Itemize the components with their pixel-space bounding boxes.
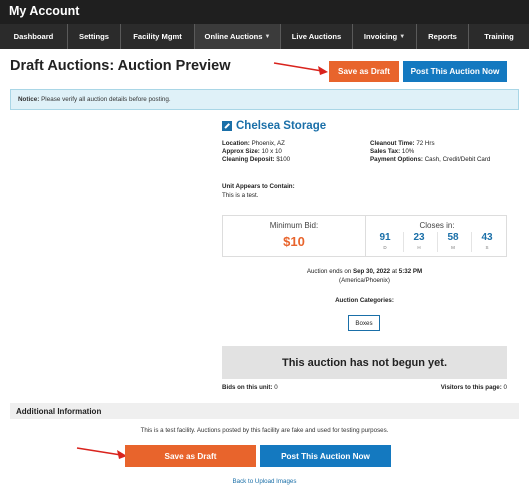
contents-label: Unit Appears to Contain: — [222, 183, 295, 190]
countdown-unit: M — [451, 245, 455, 250]
countdown-days: 91 D — [373, 232, 397, 250]
countdown-minutes: 58 M — [441, 232, 465, 250]
detail-value: Phoenix, AZ — [251, 140, 285, 147]
nav-label: Online Auctions — [204, 32, 263, 41]
save-draft-button-bottom[interactable]: Save as Draft — [125, 445, 256, 467]
end-prefix: Auction ends on — [306, 268, 352, 275]
detail-cleanout: Cleanout Time: 72 Hrs — [370, 140, 435, 147]
bids-value: 0 — [274, 384, 278, 391]
countdown-unit: D — [383, 245, 387, 250]
end-date: Sep 30, 2022 — [352, 268, 391, 275]
detail-label: Cleaning Deposit: — [222, 156, 275, 163]
detail-value: 72 Hrs — [416, 140, 435, 147]
detail-value: 10% — [401, 148, 415, 155]
post-auction-label: Post This Auction Now — [410, 67, 500, 76]
visitors-count: Visitors to this page: 0 — [441, 384, 507, 391]
detail-location: Location: Phoenix, AZ — [222, 140, 285, 147]
closes-in-label: Closes in: — [419, 221, 455, 230]
nav-label: Live Auctions — [291, 32, 342, 41]
facility-name: Chelsea Storage — [236, 120, 327, 132]
facility-link[interactable]: Chelsea Storage — [222, 120, 326, 132]
detail-label: Sales Tax: — [370, 148, 401, 155]
detail-label: Cleanout Time: — [370, 140, 415, 147]
notice-label: Notice: — [18, 96, 40, 103]
red-arrow-icon — [76, 447, 127, 459]
countdown-number: 58 — [447, 232, 459, 243]
auction-status-banner: This auction has not begun yet. — [222, 346, 507, 379]
save-draft-button-top[interactable]: Save as Draft — [329, 61, 399, 82]
countdown-number: 43 — [481, 232, 493, 243]
chevron-down-icon: ▼ — [264, 33, 271, 40]
detail-value: 10 x 10 — [261, 148, 282, 155]
back-link-label: Back to Upload Images — [232, 478, 297, 485]
detail-value: $100 — [276, 156, 291, 163]
nav-settings[interactable]: Settings — [68, 24, 121, 49]
categories-label: Auction Categories: — [335, 297, 394, 304]
countdown-number: 91 — [379, 232, 391, 243]
nav-label: Training — [484, 32, 514, 41]
additional-info-text: This is a test facility. Auctions posted… — [140, 427, 389, 434]
contents-text: This is a test. — [222, 192, 259, 199]
save-draft-label: Save as Draft — [164, 451, 217, 461]
post-auction-button-top[interactable]: Post This Auction Now — [403, 61, 507, 82]
detail-label: Approx Size: — [222, 148, 260, 155]
nav-dashboard[interactable]: Dashboard — [0, 24, 68, 49]
min-bid-value: $10 — [283, 234, 305, 249]
main-nav: Dashboard Settings Facility Mgmt Online … — [0, 24, 529, 49]
page-title: Draft Auctions: Auction Preview — [10, 58, 231, 74]
bid-countdown-box: Minimum Bid: $10 Closes in: 91 D 23 H 58… — [222, 215, 507, 257]
account-title: My Account — [9, 4, 80, 18]
category-tag[interactable]: Boxes — [348, 315, 380, 331]
auction-end-info: Auction ends on Sep 30, 2022 at 5:32 PM … — [222, 267, 507, 285]
top-bar: My Account — [0, 0, 529, 24]
additional-info-header: Additional Information — [10, 403, 519, 419]
end-at: at — [391, 268, 398, 275]
nav-online-auctions[interactable]: Online Auctions ▼ — [195, 24, 281, 49]
red-arrow-icon — [273, 62, 328, 75]
nav-reports[interactable]: Reports — [417, 24, 469, 49]
nav-label: Facility Mgmt — [133, 32, 182, 41]
divider — [471, 232, 472, 252]
divider — [403, 232, 404, 252]
chevron-down-icon: ▼ — [399, 33, 406, 40]
save-draft-label: Save as Draft — [338, 67, 390, 76]
detail-label: Payment Options: — [370, 156, 423, 163]
countdown-number: 23 — [413, 232, 425, 243]
end-time: 5:32 PM — [398, 268, 423, 275]
countdown-seconds: 43 S — [475, 232, 499, 250]
edit-icon — [222, 121, 232, 131]
countdown-hours: 23 H — [407, 232, 431, 250]
status-message: This auction has not begun yet. — [281, 356, 447, 369]
divider — [437, 232, 438, 252]
detail-tax: Sales Tax: 10% — [370, 148, 414, 155]
detail-value: Cash, Credit/Debit Card — [424, 156, 491, 163]
min-bid-label: Minimum Bid: — [269, 221, 319, 230]
nav-label: Reports — [428, 32, 457, 41]
countdown-unit: H — [417, 245, 421, 250]
visitors-value: 0 — [503, 384, 507, 391]
back-to-upload-link[interactable]: Back to Upload Images — [10, 478, 519, 485]
detail-label: Location: — [222, 140, 250, 147]
nav-label: Settings — [79, 32, 109, 41]
bids-label: Bids on this unit: — [222, 384, 273, 391]
detail-size: Approx Size: 10 x 10 — [222, 148, 282, 155]
notice-banner: Notice: Please verify all auction detail… — [10, 89, 519, 110]
nav-training[interactable]: Training — [469, 24, 529, 49]
bids-count: Bids on this unit: 0 — [222, 384, 278, 391]
detail-payment: Payment Options: Cash, Credit/Debit Card — [370, 156, 490, 163]
countdown-unit: S — [485, 245, 489, 250]
nav-invoicing[interactable]: Invoicing ▼ — [353, 24, 417, 49]
nav-facility-mgmt[interactable]: Facility Mgmt — [121, 24, 195, 49]
visitors-label: Visitors to this page: — [440, 384, 502, 391]
nav-label: Invoicing — [363, 32, 398, 41]
notice-text: Please verify all auction details before… — [41, 96, 171, 103]
detail-deposit: Cleaning Deposit: $100 — [222, 156, 290, 163]
nav-live-auctions[interactable]: Live Auctions — [281, 24, 353, 49]
post-auction-label: Post This Auction Now — [281, 451, 370, 461]
end-timezone: (America/Phoenix) — [339, 277, 390, 284]
post-auction-button-bottom[interactable]: Post This Auction Now — [260, 445, 391, 467]
nav-label: Dashboard — [13, 32, 54, 41]
